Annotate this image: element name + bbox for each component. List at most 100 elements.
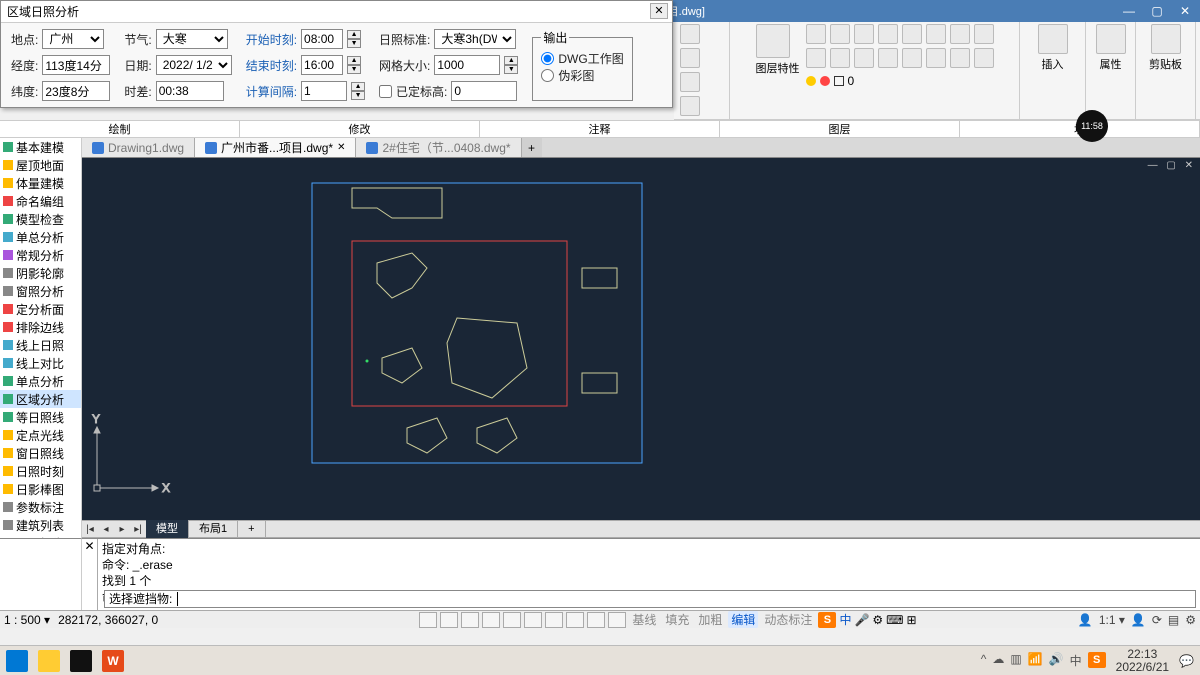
system-tray[interactable]: ^ ☁ ▥ 📶 🔊 中 S — [981, 652, 1106, 669]
status-toggle-text[interactable]: 编辑 — [728, 611, 758, 628]
insert-button[interactable] — [1038, 24, 1068, 54]
sidebar-item[interactable]: 模型检查 — [0, 210, 81, 228]
ribbon-button[interactable] — [902, 48, 922, 68]
output-dwg-radio[interactable] — [541, 52, 554, 65]
window-maximize[interactable]: ▢ — [1146, 2, 1168, 20]
drawing-canvas[interactable]: — ▢ ✕ XY — [82, 158, 1200, 520]
ribbon-button[interactable] — [806, 48, 826, 68]
solar-term-select[interactable]: 大寒 — [156, 29, 228, 49]
ribbon-button[interactable] — [680, 24, 700, 44]
ribbon-button[interactable] — [680, 72, 700, 92]
sidebar-item[interactable]: 等日照线 — [0, 408, 81, 426]
file-tab[interactable]: Drawing1.dwg — [82, 138, 195, 157]
command-close-button[interactable]: ✕ — [82, 539, 98, 610]
sidebar-item[interactable]: 基本建模 — [0, 138, 81, 156]
explorer-icon[interactable] — [38, 650, 60, 672]
status-icon[interactable]: ▤ — [1168, 613, 1179, 627]
status-toggle-button[interactable] — [503, 612, 521, 628]
start-button[interactable] — [6, 650, 28, 672]
layout-nav-last[interactable]: ▸| — [130, 524, 146, 535]
marked-height-input[interactable] — [451, 81, 517, 101]
ribbon-button[interactable] — [902, 24, 922, 44]
sidebar-item[interactable]: 排除边线 — [0, 318, 81, 336]
end-time-input[interactable] — [301, 55, 343, 75]
status-icon[interactable]: ⊞ — [907, 613, 917, 627]
sidebar-item[interactable]: 建筑列表 — [0, 516, 81, 534]
ribbon-button[interactable] — [830, 48, 850, 68]
ribbon-button[interactable] — [878, 24, 898, 44]
sidebar-item[interactable]: 屋顶地面 — [0, 156, 81, 174]
layout-nav-prev[interactable]: ◂ — [98, 524, 114, 535]
sidebar-item[interactable]: 线上对比 — [0, 354, 81, 372]
file-tab[interactable]: 2#住宅（节...0408.dwg* — [356, 138, 521, 157]
scale-picker[interactable]: 1 : 500 ▾ — [4, 613, 50, 627]
tray-battery-icon[interactable]: ▥ — [1010, 652, 1021, 669]
output-falsecolor-radio[interactable] — [541, 69, 554, 82]
sidebar-item[interactable]: 体量建模 — [0, 174, 81, 192]
status-icon[interactable]: ⚙ — [872, 613, 883, 627]
status-icon[interactable]: ⌨ — [886, 613, 903, 627]
ribbon-button[interactable] — [830, 24, 850, 44]
sidebar-item[interactable]: 区域分析 — [0, 390, 81, 408]
ime-indicator[interactable]: 中 — [839, 611, 851, 628]
tray-cloud-icon[interactable]: ☁ — [992, 652, 1004, 669]
tz-input[interactable] — [156, 81, 224, 101]
taskbar-clock[interactable]: 22:13 2022/6/21 — [1116, 648, 1169, 674]
cat-annotate[interactable]: 注释 — [480, 121, 720, 137]
start-time-spinner[interactable]: ▲▼ — [347, 30, 361, 48]
status-toggle-button[interactable] — [587, 612, 605, 628]
ribbon-button[interactable] — [680, 96, 700, 116]
start-time-input[interactable] — [301, 29, 343, 49]
date-select[interactable]: 2022/ 1/20 — [156, 55, 232, 75]
sidebar-item[interactable]: 单点分析 — [0, 372, 81, 390]
end-time-spinner[interactable]: ▲▼ — [347, 56, 361, 74]
grid-input[interactable] — [434, 55, 500, 75]
status-scale-right[interactable]: 1:1 ▾ — [1099, 613, 1125, 627]
cat-layer[interactable]: 图层 — [720, 121, 960, 137]
grid-spinner[interactable]: ▲▼ — [504, 56, 518, 74]
command-input[interactable]: 选择遮挡物: — [104, 590, 1196, 608]
panel-close-button[interactable]: ✕ — [650, 3, 668, 19]
marked-height-checkbox[interactable] — [379, 85, 392, 98]
ribbon-button[interactable] — [680, 48, 700, 68]
ribbon-button[interactable] — [854, 48, 874, 68]
layout-tab-add[interactable]: + — [238, 520, 265, 538]
sidebar-item[interactable]: 定点光线 — [0, 426, 81, 444]
cat-modify[interactable]: 修改 — [240, 121, 480, 137]
layout-tab-layout1[interactable]: 布局1 — [189, 520, 238, 538]
cat-draw[interactable]: 绘制 — [0, 121, 240, 137]
sidebar-item[interactable]: 常规分析 — [0, 246, 81, 264]
sogou-icon[interactable]: S — [818, 612, 836, 628]
status-toggle-button[interactable] — [566, 612, 584, 628]
status-toggle-text[interactable]: 填充 — [662, 611, 692, 628]
sidebar-item[interactable]: 日照时刻 — [0, 462, 81, 480]
latitude-input[interactable] — [42, 81, 110, 101]
sidebar-item[interactable]: 线上日照 — [0, 336, 81, 354]
window-close[interactable]: ✕ — [1174, 2, 1196, 20]
sidebar-item[interactable]: 定分析面 — [0, 300, 81, 318]
file-tab[interactable]: 广州市番...项目.dwg*✕ — [195, 138, 356, 157]
status-toggle-button[interactable] — [461, 612, 479, 628]
status-icon[interactable]: 👤 — [1131, 613, 1146, 627]
tray-sound-icon[interactable]: 🔊 — [1049, 652, 1064, 669]
step-input[interactable] — [301, 81, 347, 101]
ribbon-button[interactable] — [854, 24, 874, 44]
app-icon[interactable] — [70, 650, 92, 672]
sidebar-item[interactable]: 窗日照线 — [0, 444, 81, 462]
ribbon-button[interactable] — [806, 24, 826, 44]
ribbon-button[interactable] — [974, 24, 994, 44]
clipboard-button[interactable] — [1151, 24, 1181, 54]
ribbon-button[interactable] — [926, 24, 946, 44]
layer-properties-button[interactable] — [756, 24, 790, 58]
tray-sogou-icon[interactable]: S — [1088, 652, 1106, 668]
ribbon-button[interactable] — [926, 48, 946, 68]
ribbon-button[interactable] — [950, 24, 970, 44]
viewport-window-controls[interactable]: — ▢ ✕ — [1148, 160, 1196, 171]
status-toggle-text[interactable]: 加粗 — [695, 611, 725, 628]
tray-up-icon[interactable]: ^ — [981, 652, 987, 669]
status-icon[interactable]: ⟳ — [1152, 613, 1162, 627]
tray-ime-icon[interactable]: 中 — [1070, 652, 1082, 669]
status-toggle-text[interactable]: 基线 — [629, 611, 659, 628]
window-minimize[interactable]: — — [1118, 2, 1140, 20]
file-tab-close[interactable]: ✕ — [337, 138, 345, 158]
